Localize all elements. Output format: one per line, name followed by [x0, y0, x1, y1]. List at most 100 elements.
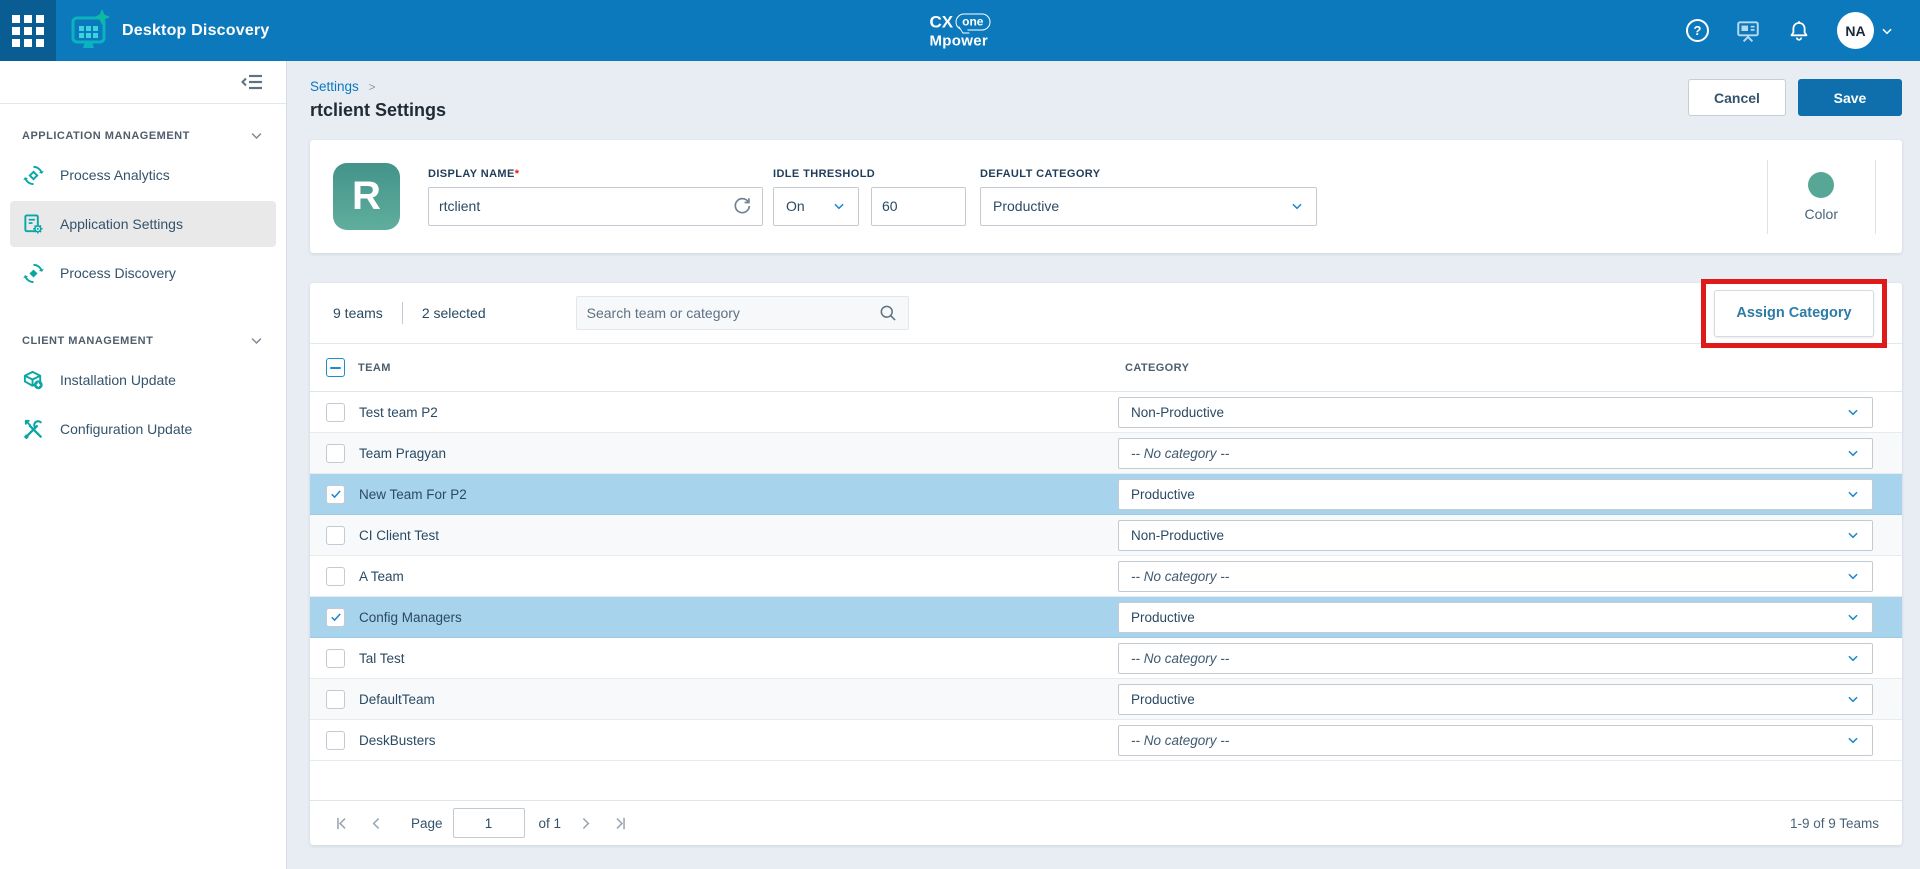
- row-checkbox[interactable]: [326, 444, 345, 463]
- search-icon[interactable]: [878, 303, 898, 323]
- row-checkbox[interactable]: [326, 485, 345, 504]
- table-row: A Team -- No category --: [310, 556, 1902, 597]
- sidebar-item-installation-update[interactable]: Installation Update: [10, 357, 276, 403]
- selected-count: 2 selected: [422, 305, 486, 321]
- cancel-button[interactable]: Cancel: [1688, 79, 1786, 116]
- category-select[interactable]: Productive: [1118, 684, 1873, 715]
- section-label: APPLICATION MANAGEMENT: [22, 130, 190, 142]
- sidebar-item-label: Process Analytics: [60, 167, 170, 183]
- help-button[interactable]: ?: [1686, 19, 1709, 42]
- sidebar-item-process-analytics[interactable]: Process Analytics: [10, 152, 276, 198]
- training-board-button[interactable]: [1735, 18, 1761, 44]
- assign-category-button[interactable]: Assign Category: [1714, 290, 1874, 337]
- presentation-board-icon: [1735, 18, 1761, 44]
- configuration-update-icon: [22, 418, 45, 441]
- category-select[interactable]: -- No category --: [1118, 561, 1873, 592]
- select-all-checkbox[interactable]: [326, 358, 345, 377]
- idle-threshold-toggle-select[interactable]: On: [773, 187, 859, 226]
- section-application-management[interactable]: APPLICATION MANAGEMENT: [0, 104, 286, 149]
- idle-threshold-seconds-input[interactable]: [882, 198, 955, 214]
- row-checkbox[interactable]: [326, 731, 345, 750]
- last-page-button[interactable]: [612, 815, 629, 832]
- toolbar-divider: [402, 302, 403, 324]
- column-header-category: CATEGORY: [1118, 362, 1873, 374]
- brand-one-bubble: one: [955, 13, 990, 30]
- category-select[interactable]: Non-Productive: [1118, 520, 1873, 551]
- brand-mpower: Mpower: [930, 33, 991, 48]
- user-menu[interactable]: NA: [1837, 12, 1894, 49]
- main-content: Settings > rtclient Settings Cancel Save…: [287, 61, 1920, 869]
- row-checkbox[interactable]: [326, 608, 345, 627]
- color-picker[interactable]: Color: [1767, 160, 1876, 234]
- chevron-down-icon: [1880, 24, 1894, 38]
- color-label: Color: [1805, 206, 1838, 222]
- installation-update-icon: [22, 369, 45, 392]
- category-select[interactable]: -- No category --: [1118, 438, 1873, 469]
- rows-range-label: 1-9 of 9 Teams: [1790, 816, 1879, 831]
- display-name-label: DISPLAY NAME*: [428, 168, 763, 180]
- row-checkbox[interactable]: [326, 526, 345, 545]
- category-select[interactable]: Productive: [1118, 479, 1873, 510]
- breadcrumb-settings-link[interactable]: Settings: [310, 79, 359, 94]
- page-title: rtclient Settings: [310, 100, 446, 121]
- default-category-select[interactable]: Productive: [980, 187, 1317, 226]
- save-button[interactable]: Save: [1798, 79, 1902, 116]
- category-select[interactable]: Non-Productive: [1118, 397, 1873, 428]
- row-checkbox[interactable]: [326, 690, 345, 709]
- team-name: DefaultTeam: [358, 692, 1118, 707]
- sidebar-collapse-icon[interactable]: [240, 70, 264, 94]
- bell-icon: [1787, 19, 1811, 43]
- chevron-down-icon: [1846, 446, 1860, 460]
- chevron-down-icon: [832, 199, 846, 213]
- table-row: DefaultTeam Productive: [310, 679, 1902, 720]
- help-icon: ?: [1686, 19, 1709, 42]
- chevron-down-icon: [1846, 692, 1860, 706]
- chevron-down-icon: [249, 128, 264, 143]
- notifications-button[interactable]: [1787, 19, 1811, 43]
- breadcrumb-separator: >: [369, 80, 376, 94]
- application-settings-icon: [22, 213, 45, 236]
- default-category-field-group: DEFAULT CATEGORY Productive: [980, 168, 1317, 226]
- section-client-management[interactable]: CLIENT MANAGEMENT: [0, 299, 286, 354]
- team-search-input[interactable]: [587, 305, 878, 321]
- category-select[interactable]: -- No category --: [1118, 725, 1873, 756]
- chevron-down-icon: [1846, 733, 1860, 747]
- display-name-input[interactable]: [439, 198, 732, 214]
- team-name: Team Pragyan: [358, 446, 1118, 461]
- cxone-mpower-logo: CX one Mpower: [930, 13, 991, 48]
- sidebar-item-process-discovery[interactable]: Process Discovery: [10, 250, 276, 296]
- row-checkbox[interactable]: [326, 403, 345, 422]
- first-page-button[interactable]: [333, 815, 350, 832]
- idle-threshold-label: IDLE THRESHOLD: [773, 168, 966, 180]
- category-select[interactable]: Productive: [1118, 602, 1873, 633]
- row-checkbox[interactable]: [326, 649, 345, 668]
- display-name-field-group: DISPLAY NAME*: [428, 168, 763, 226]
- sidebar-item-configuration-update[interactable]: Configuration Update: [10, 406, 276, 452]
- table-row: New Team For P2 Productive: [310, 474, 1902, 515]
- idle-threshold-field-group: IDLE THRESHOLD On: [773, 168, 966, 226]
- table-row: Test team P2 Non-Productive: [310, 392, 1902, 433]
- category-select[interactable]: -- No category --: [1118, 643, 1873, 674]
- previous-page-button[interactable]: [368, 815, 385, 832]
- team-name: New Team For P2: [358, 487, 1118, 502]
- sidebar-item-application-settings[interactable]: Application Settings: [10, 201, 276, 247]
- color-swatch[interactable]: [1808, 172, 1834, 198]
- section-label: CLIENT MANAGEMENT: [22, 335, 153, 347]
- team-name: Test team P2: [358, 405, 1118, 420]
- breadcrumb: Settings >: [310, 79, 446, 94]
- next-page-button[interactable]: [577, 815, 594, 832]
- team-name: CI Client Test: [358, 528, 1118, 543]
- client-settings-card: R DISPLAY NAME* IDLE THRESHOLD O: [310, 140, 1902, 253]
- row-checkbox[interactable]: [326, 567, 345, 586]
- app-launcher-button[interactable]: [0, 0, 56, 61]
- reset-icon[interactable]: [732, 196, 752, 216]
- brand-cx: CX: [930, 13, 954, 30]
- team-name: DeskBusters: [358, 733, 1118, 748]
- user-avatar: NA: [1837, 12, 1874, 49]
- page-number-input[interactable]: [453, 808, 525, 838]
- client-avatar: R: [333, 163, 400, 230]
- chevron-down-icon: [1290, 199, 1304, 213]
- chevron-down-icon: [249, 333, 264, 348]
- sidebar-item-label: Installation Update: [60, 372, 176, 388]
- sidebar-item-label: Application Settings: [60, 216, 183, 232]
